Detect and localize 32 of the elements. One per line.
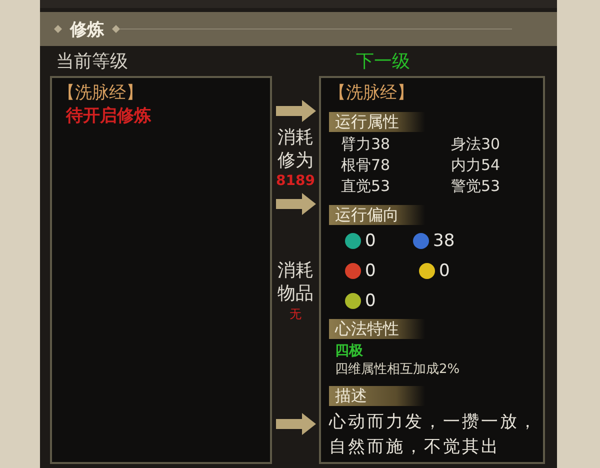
orientation-value: 38 <box>433 231 455 251</box>
chevron-arrow-icon <box>276 100 316 122</box>
skill-name: 【洗脉经】 <box>58 82 143 104</box>
orientation-value: 0 <box>365 261 376 281</box>
attribute-text: 警觉53 <box>451 176 502 197</box>
diamond-icon <box>54 25 62 33</box>
section-heading: 心法特性 <box>329 319 425 339</box>
attribute-text: 内力54 <box>451 155 502 176</box>
trait-text: 四维属性相互加成2% <box>334 361 461 378</box>
section-heading: 运行偏向 <box>329 205 425 225</box>
description-text: 心动而力发，一攒一放，自然而施，不觉其出 <box>329 411 539 459</box>
cost-value: 无 <box>289 306 302 323</box>
chevron-arrow-icon <box>276 192 316 215</box>
orientation-value: 0 <box>365 291 376 311</box>
cost-label: 消耗物品 <box>276 258 314 306</box>
attribute-text: 臂力38 <box>341 134 392 155</box>
attribute-text: 直觉53 <box>341 176 392 197</box>
panel-title: 修炼 <box>70 18 104 40</box>
orientation-value: 0 <box>365 231 376 251</box>
trait-name: 四极 <box>334 342 364 360</box>
section-heading: 描述 <box>329 386 425 406</box>
section-heading: 运行属性 <box>329 112 425 132</box>
orientation-value: 0 <box>439 261 450 281</box>
current-level-label: 当前等级 <box>56 50 129 73</box>
chevron-arrow-icon <box>276 412 316 435</box>
cost-label: 消耗修为 <box>276 126 314 173</box>
status-text: 待开启修炼 <box>66 105 152 127</box>
next-level-label: 下一级 <box>356 50 410 73</box>
attribute-text: 根骨78 <box>341 155 392 176</box>
skill-name: 【洗脉经】 <box>329 82 414 104</box>
cost-value: 8189 <box>276 172 315 189</box>
attribute-text: 身法30 <box>451 134 502 155</box>
